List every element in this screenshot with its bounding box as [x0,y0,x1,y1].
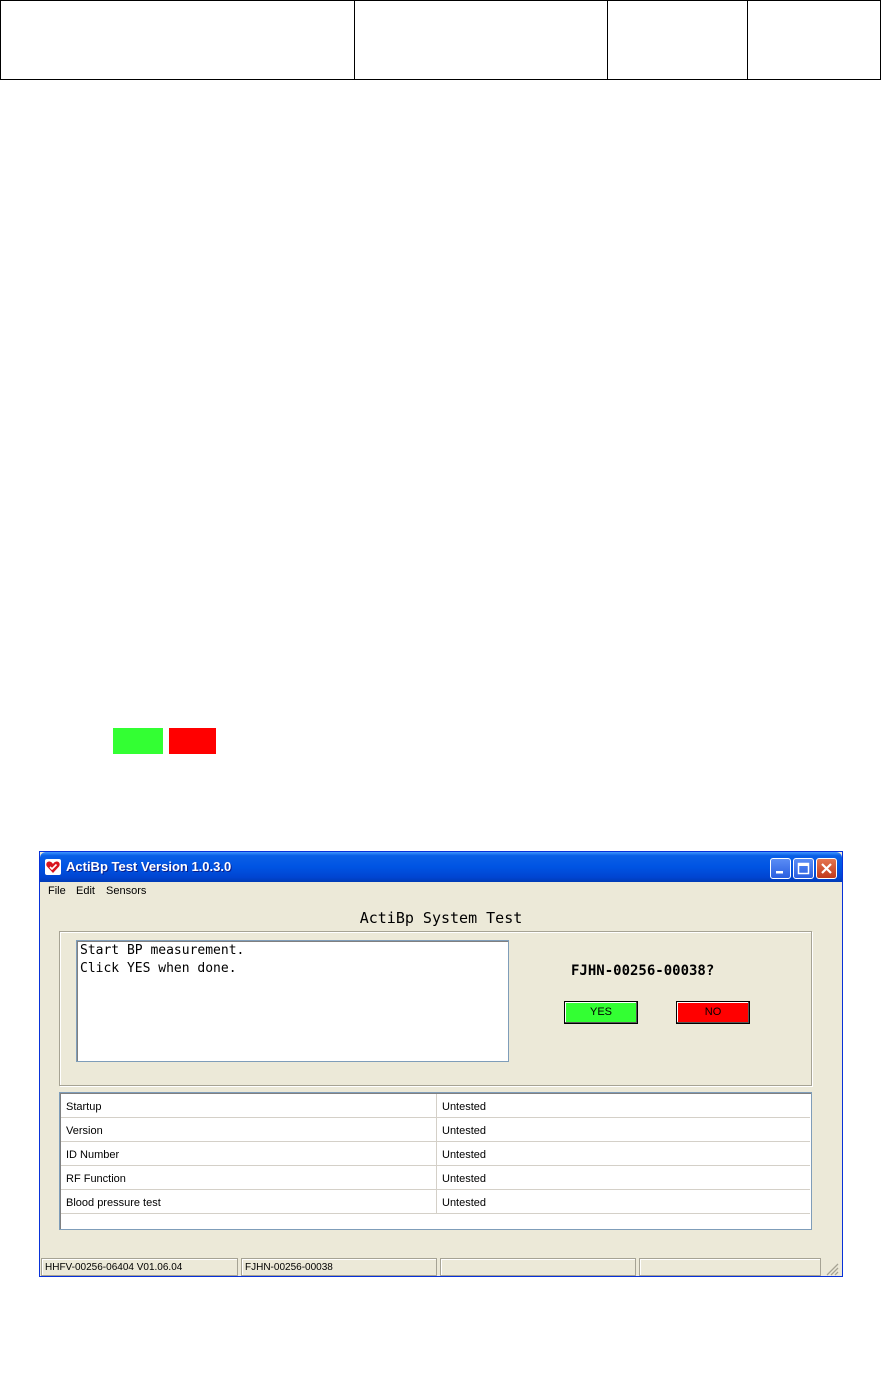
status-bar: HHFV-00256-06404 V01.06.04 FJHN-00256-00… [40,1256,842,1277]
test-status: Untested [442,1101,487,1113]
test-status: Untested [442,1125,487,1137]
instruction-textbox[interactable]: Start BP measurement. Click YES when don… [76,940,509,1062]
window-title: ActiBp Test Version 1.0.3.0 [66,859,232,874]
menu-sensors[interactable]: Sensors [106,885,146,897]
status-pane-4 [639,1258,821,1276]
test-name: Version [66,1125,103,1137]
serial-prompt: FJHN-00256-00038? [571,963,715,979]
maximize-icon[interactable] [793,858,814,879]
document-header-table [0,0,881,80]
table-row[interactable]: Startup Untested [61,1094,810,1118]
table-row[interactable]: Blood pressure test Untested [61,1190,810,1214]
heart-app-icon [45,859,61,875]
test-name: Startup [66,1101,102,1113]
status-pane-3 [440,1258,636,1276]
status-device-version: HHFV-00256-06404 V01.06.04 [41,1258,238,1276]
column-divider [436,1190,437,1213]
test-status: Untested [442,1197,487,1209]
minimize-icon[interactable] [770,858,791,879]
test-control-panel: Start BP measurement. Click YES when don… [59,931,812,1086]
status-serial: FJHN-00256-00038 [241,1258,437,1276]
column-divider [436,1166,437,1189]
test-results-list: Startup Untested Version Untested ID Num… [59,1092,812,1230]
column-divider [436,1094,437,1117]
red-swatch [169,728,216,754]
title-bar[interactable]: ActiBp Test Version 1.0.3.0 [40,852,842,882]
system-test-title: ActiBp System Test [359,909,523,927]
menu-edit[interactable]: Edit [76,885,95,897]
app-window: ActiBp Test Version 1.0.3.0 File Edit Se… [39,851,843,1277]
yes-button[interactable]: YES [564,1001,638,1024]
header-cell [1,1,355,79]
menu-bar: File Edit Sensors [40,882,842,902]
no-button[interactable]: NO [676,1001,750,1024]
test-name: RF Function [66,1173,126,1185]
column-divider [436,1118,437,1141]
test-name: ID Number [66,1149,120,1161]
header-cell [748,1,880,79]
resize-grip-icon[interactable] [823,1260,839,1276]
green-swatch [113,728,163,754]
column-divider [436,1142,437,1165]
table-row[interactable]: ID Number Untested [61,1142,810,1166]
table-row[interactable]: RF Function Untested [61,1166,810,1190]
test-name: Blood pressure test [66,1197,161,1209]
header-cell [355,1,608,79]
close-icon[interactable] [816,858,837,879]
test-status: Untested [442,1149,487,1161]
test-status: Untested [442,1173,487,1185]
header-cell [608,1,748,79]
table-row[interactable]: Version Untested [61,1118,810,1142]
menu-file[interactable]: File [48,885,66,897]
